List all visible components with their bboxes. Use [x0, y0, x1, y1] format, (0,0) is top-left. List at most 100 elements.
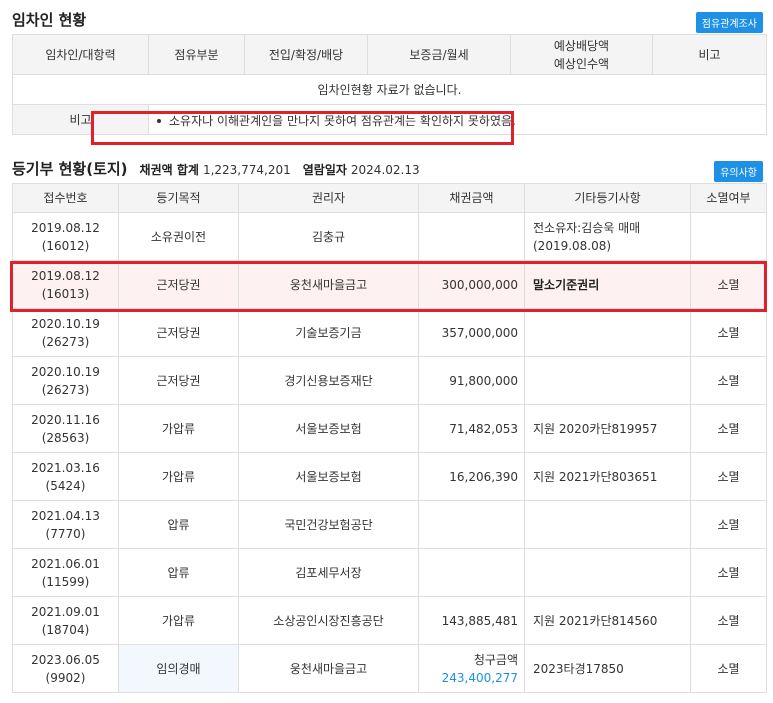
table-row: 2021.06.01 (11599) 압류 김포세무서장 소멸 — [12, 548, 767, 597]
etc-cell — [524, 356, 691, 405]
claim-sum-label: 채권액 합계 — [139, 163, 199, 177]
view-date-value: 2024.02.13 — [350, 163, 420, 177]
amount-cell: 91,800,000 — [418, 356, 525, 405]
occupancy-survey-button[interactable]: 점유관계조사 — [695, 12, 763, 33]
amount-cell — [418, 500, 525, 549]
receipt-cell: 2021.06.01 (11599) — [12, 548, 119, 597]
table-row: 2019.08.12 (16012) 소유권이전 김충규 전소유자:김승욱 매매(… — [12, 212, 767, 261]
etc-cell: 지원 2020카단819957 — [524, 404, 691, 453]
amount-cell: 16,206,390 — [418, 452, 525, 501]
amount-cell — [418, 212, 525, 261]
status-cell: 소멸 — [690, 548, 767, 597]
etc-cell: 지원 2021카단814560 — [524, 596, 691, 645]
tenant-header-expected: 예상배당액 예상인수액 — [510, 34, 653, 75]
status-cell: 소멸 — [690, 260, 767, 309]
tenant-note-text: 소유자나 이해관계인을 만나지 못하여 점유관계는 확인하지 못하였음. — [169, 113, 516, 128]
amount-cell — [418, 548, 525, 597]
claim-sum-value: 1,223,774,201 — [202, 163, 291, 177]
holder-cell: 소상공인시장진흥공단 — [238, 596, 419, 645]
purpose-cell: 소유권이전 — [118, 212, 239, 261]
receipt-cell: 2020.10.19 (26273) — [12, 356, 119, 405]
table-row: 2023.06.05 (9902) 임의경매 웅천새마을금고 청구금액 243,40… — [12, 644, 767, 693]
etc-cell — [524, 308, 691, 357]
receipt-cell: 2019.08.12 (16012) — [12, 212, 119, 261]
registry-header-purpose: 등기목적 — [118, 183, 239, 213]
etc-cell — [524, 500, 691, 549]
amount-cell: 357,000,000 — [418, 308, 525, 357]
tenant-empty-message: 임차인현황 자료가 없습니다. — [12, 74, 767, 105]
table-row: 2021.09.01 (18704) 가압류 소상공인시장진흥공단 143,885… — [12, 596, 767, 645]
tenant-header-tenant: 임차인/대항력 — [12, 34, 149, 75]
tenant-table-header-row: 임차인/대항력 점유부분 전입/확정/배당 보증금/월세 예상배당액 예상인수액… — [12, 34, 767, 75]
auction-purpose-cell[interactable]: 임의경매 — [118, 644, 239, 693]
receipt-cell: 2020.11.16 (28563) — [12, 404, 119, 453]
receipt-cell: 2021.09.01 (18704) — [12, 596, 119, 645]
table-row: 2021.04.13 (7770) 압류 국민건강보험공단 소멸 — [12, 500, 767, 549]
registry-table: 접수번호 등기목적 권리자 채권금액 기타등기사항 소멸여부 2019.08.1… — [12, 183, 767, 693]
purpose-cell: 압류 — [118, 500, 239, 549]
status-cell: 소멸 — [690, 356, 767, 405]
holder-cell: 국민건강보험공단 — [238, 500, 419, 549]
registry-header-amount: 채권금액 — [418, 183, 525, 213]
bullet-icon — [157, 118, 161, 123]
receipt-cell: 2020.10.19 (26273) — [12, 308, 119, 357]
tenant-note-label: 비고 — [12, 104, 149, 135]
tenant-section-title: 임차인 현황 — [12, 11, 87, 29]
purpose-cell: 가압류 — [118, 596, 239, 645]
holder-cell: 웅천새마을금고 — [238, 644, 419, 693]
tenant-section-header: 임차인 현황 — [12, 9, 86, 30]
tenant-header-remarks: 비고 — [652, 34, 767, 75]
purpose-cell: 근저당권 — [118, 356, 239, 405]
holder-cell: 김충규 — [238, 212, 419, 261]
status-cell: 소멸 — [690, 500, 767, 549]
claim-amount-label: 청구금액 — [473, 652, 518, 667]
receipt-cell: 2021.04.13 (7770) — [12, 500, 119, 549]
claim-amount-link[interactable]: 243,400,277 — [419, 669, 518, 687]
tenant-header-occupied: 점유부분 — [148, 34, 245, 75]
tenant-header-move-in: 전입/확정/배당 — [244, 34, 368, 75]
view-date-label: 열람일자 — [302, 163, 347, 177]
status-cell: 소멸 — [690, 404, 767, 453]
purpose-cell: 압류 — [118, 548, 239, 597]
purpose-cell: 가압류 — [118, 452, 239, 501]
amount-cell: 300,000,000 — [418, 260, 525, 309]
holder-cell: 서울보증보험 — [238, 404, 419, 453]
notice-button[interactable]: 유의사항 — [714, 161, 763, 182]
status-cell — [690, 212, 767, 261]
table-row: 2019.08.12 (16013) 근저당권 웅천새마을금고 300,000,0… — [12, 260, 767, 309]
purpose-cell: 근저당권 — [118, 308, 239, 357]
receipt-cell: 2023.06.05 (9902) — [12, 644, 119, 693]
table-row: 2020.11.16 (28563) 가압류 서울보증보험 71,482,053 … — [12, 404, 767, 453]
holder-cell: 김포세무서장 — [238, 548, 419, 597]
holder-cell: 기술보증기금 — [238, 308, 419, 357]
status-cell: 소멸 — [690, 596, 767, 645]
holder-cell: 웅천새마을금고 — [238, 260, 419, 309]
amount-cell: 143,885,481 — [418, 596, 525, 645]
etc-cell: 지원 2021카단803651 — [524, 452, 691, 501]
amount-cell: 71,482,053 — [418, 404, 525, 453]
registry-section-title: 등기부 현황(토지) — [12, 160, 128, 178]
registry-header-receipt: 접수번호 — [12, 183, 119, 213]
registry-header-row: 접수번호 등기목적 권리자 채권금액 기타등기사항 소멸여부 — [12, 183, 767, 213]
status-cell: 소멸 — [690, 644, 767, 693]
status-cell: 소멸 — [690, 308, 767, 357]
claim-amount-cell: 청구금액 243,400,277 — [418, 644, 525, 693]
tenant-table: 임차인/대항력 점유부분 전입/확정/배당 보증금/월세 예상배당액 예상인수액… — [12, 34, 767, 135]
registry-header-etc: 기타등기사항 — [524, 183, 691, 213]
receipt-cell: 2021.03.16 (5424) — [12, 452, 119, 501]
etc-cell: 전소유자:김승욱 매매(2019.08.08) — [524, 212, 691, 261]
case-number-cell: 2023타경17850 — [524, 644, 691, 693]
table-row: 2020.10.19 (26273) 근저당권 경기신용보증재단 91,800,0… — [12, 356, 767, 405]
tenant-note-cell: 소유자나 이해관계인을 만나지 못하여 점유관계는 확인하지 못하였음. — [148, 104, 767, 135]
receipt-cell: 2019.08.12 (16013) — [12, 260, 119, 309]
table-row: 2021.03.16 (5424) 가압류 서울보증보험 16,206,390 지… — [12, 452, 767, 501]
registry-header-status: 소멸여부 — [690, 183, 767, 213]
holder-cell: 경기신용보증재단 — [238, 356, 419, 405]
purpose-cell: 가압류 — [118, 404, 239, 453]
holder-cell: 서울보증보험 — [238, 452, 419, 501]
table-row: 2020.10.19 (26273) 근저당권 기술보증기금 357,000,00… — [12, 308, 767, 357]
registry-header-holder: 권리자 — [238, 183, 419, 213]
tenant-header-deposit: 보증금/월세 — [367, 34, 511, 75]
registry-section-header: 등기부 현황(토지) 채권액 합계 1,223,774,201 열람일자 202… — [12, 158, 420, 179]
purpose-cell: 근저당권 — [118, 260, 239, 309]
